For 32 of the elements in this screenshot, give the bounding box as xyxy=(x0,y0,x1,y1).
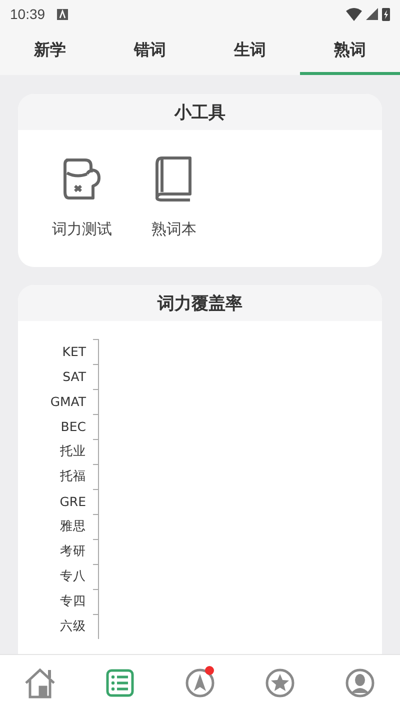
tab[interactable]: 生词 xyxy=(200,28,300,75)
compass-icon xyxy=(185,668,215,698)
tab[interactable]: 熟词 xyxy=(300,28,400,75)
tab[interactable]: 错词 xyxy=(100,28,200,75)
axis-label: SAT xyxy=(62,369,87,384)
user-icon xyxy=(345,668,375,698)
axis-label: 托福 xyxy=(59,468,87,485)
axis-label: BEC xyxy=(60,419,87,434)
battery-icon xyxy=(382,7,390,21)
axis-label: 专八 xyxy=(59,568,87,585)
axis-label: GMAT xyxy=(49,394,87,409)
book-icon xyxy=(154,156,194,202)
boxing-glove-icon xyxy=(61,156,103,202)
signal-icon xyxy=(366,8,378,20)
home-icon xyxy=(23,667,57,699)
axis-label: 六级 xyxy=(59,618,87,635)
tool-item[interactable]: 熟词本 xyxy=(138,156,210,239)
tab[interactable]: 新学 xyxy=(0,28,100,75)
axis-label: 雅思 xyxy=(59,518,87,535)
axis-label: KET xyxy=(61,344,87,359)
card-title: 小工具 xyxy=(174,102,226,124)
wifi-icon xyxy=(346,8,362,20)
axis-label: GRE xyxy=(58,494,87,509)
notification-dot xyxy=(205,666,214,675)
axis-label: 托业 xyxy=(59,443,87,460)
axis-label: 考研 xyxy=(59,543,87,560)
tool-item[interactable]: 词力测试 xyxy=(46,156,118,239)
card-title: 词力覆盖率 xyxy=(158,292,242,314)
notification-icon xyxy=(57,8,68,20)
status-time: 10:39 xyxy=(10,6,46,22)
list-icon xyxy=(106,669,134,697)
axis-label: 专四 xyxy=(59,593,87,610)
